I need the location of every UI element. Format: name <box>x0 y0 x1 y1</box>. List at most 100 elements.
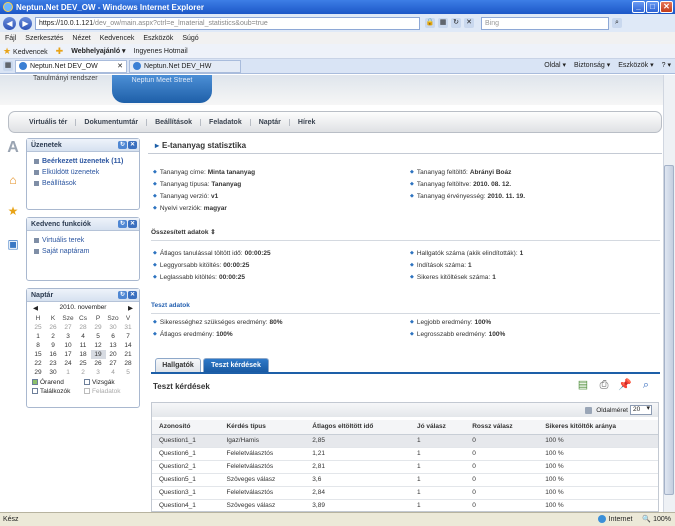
inbox-link[interactable]: Beérkezett üzenetek (11) <box>27 156 139 167</box>
message-settings-link[interactable]: Beállítások <box>27 178 139 189</box>
calendar-day[interactable]: 14 <box>121 341 136 350</box>
calendar-day[interactable]: 16 <box>46 350 61 359</box>
column-header[interactable]: Azonosító <box>152 420 220 435</box>
help-menu[interactable]: ? ▾ <box>662 61 671 69</box>
calendar-day[interactable]: 26 <box>46 323 61 332</box>
lock-icon[interactable]: 🔒 <box>425 18 435 28</box>
favorites-button[interactable]: ★ Kedvencek <box>3 46 48 57</box>
url-input[interactable]: https://10.0.1.121/dev_ow/main.aspx?ctrl… <box>35 16 420 30</box>
sent-link[interactable]: Elküldött üzenetek <box>27 167 139 178</box>
calendar-icon[interactable]: ▣ <box>5 236 21 252</box>
fav-link-hotmail[interactable]: Ingyenes Hotmail <box>134 48 188 55</box>
zoom-level[interactable]: 🔍 100% <box>642 515 671 523</box>
calendar-day[interactable]: 19 <box>90 350 106 359</box>
calendar-day[interactable]: 25 <box>76 359 91 368</box>
menu-calendar[interactable]: Naptár <box>251 118 290 126</box>
column-header[interactable]: Rossz válasz <box>465 420 539 435</box>
calendar-day[interactable]: 3 <box>91 368 106 377</box>
calendar-day[interactable]: 12 <box>91 341 106 350</box>
search-icon[interactable]: ⌕ <box>612 18 622 28</box>
calendar-day[interactable]: 27 <box>61 323 76 332</box>
calendar-day[interactable]: 30 <box>46 368 61 377</box>
menu-document-store[interactable]: Dokumentumtár <box>76 118 148 126</box>
calendar-day[interactable]: 7 <box>121 332 136 341</box>
calendar-day[interactable]: 15 <box>31 350 46 359</box>
minimize-button[interactable]: _ <box>632 1 645 13</box>
calendar-day[interactable]: 18 <box>76 350 91 359</box>
calendar-day[interactable]: 4 <box>76 332 91 341</box>
menu-virtual-space[interactable]: Virtuális tér <box>21 118 77 126</box>
close-widget-icon[interactable]: ✕ <box>128 141 137 149</box>
table-row[interactable]: Question1_1 Igaz/Hamis 2,85 1 0 100 % <box>152 434 658 448</box>
column-header[interactable]: Kérdés típus <box>219 420 306 435</box>
legend-meetings[interactable]: Találkozók <box>32 388 82 395</box>
calendar-day[interactable]: 22 <box>31 359 46 368</box>
safety-menu[interactable]: Biztonság ▾ <box>574 61 610 69</box>
summary-section-toggle[interactable]: Összesített adatok ⇕ <box>151 228 216 236</box>
calendar-day[interactable]: 1 <box>61 368 76 377</box>
legend-exams[interactable]: Vizsgák <box>84 379 134 386</box>
brand-logo[interactable]: Neptun Meet Street <box>112 75 212 103</box>
legend-timetable[interactable]: Órarend <box>32 379 82 386</box>
table-row[interactable]: Question3_1 Feleletválasztós 2,84 1 0 100 % <box>152 486 658 500</box>
calendar-day[interactable]: 3 <box>61 332 76 341</box>
column-header[interactable]: Átlagos eltöltött idő <box>305 420 410 435</box>
forward-button[interactable]: ▶ <box>19 16 32 30</box>
tab-test-questions[interactable]: Teszt kérdések <box>203 358 269 372</box>
calendar-day[interactable]: 2 <box>76 368 91 377</box>
virtual-spaces-link[interactable]: Virtuális terek <box>27 235 139 246</box>
calendar-day[interactable]: 28 <box>121 359 136 368</box>
calendar-day[interactable]: 17 <box>61 350 76 359</box>
pin-icon[interactable]: 📌 <box>618 378 632 392</box>
my-calendar-link[interactable]: Saját naptáram <box>27 246 139 257</box>
tools-menu[interactable]: Eszközök ▾ <box>618 61 653 69</box>
page-menu[interactable]: Oldal ▾ <box>544 61 566 69</box>
menu-view[interactable]: Nézet <box>72 35 90 42</box>
menu-help[interactable]: Súgó <box>182 35 198 42</box>
menu-edit[interactable]: Szerkesztés <box>25 35 63 42</box>
next-month-button[interactable]: ▶ <box>128 304 133 312</box>
column-header[interactable]: Jó válasz <box>409 420 466 435</box>
calendar-day[interactable]: 31 <box>121 323 136 332</box>
tab-students[interactable]: Hallgatók <box>155 358 201 372</box>
calendar-day[interactable]: 21 <box>121 350 136 359</box>
calendar-day[interactable]: 8 <box>31 341 46 350</box>
refresh-widget-icon[interactable]: ↻ <box>118 141 127 149</box>
menu-tools[interactable]: Eszközök <box>143 35 173 42</box>
calendar-day[interactable]: 11 <box>76 341 91 350</box>
checkbox[interactable] <box>32 388 38 395</box>
close-widget-icon[interactable]: ✕ <box>128 220 137 228</box>
compat-view-icon[interactable]: ▦ <box>438 18 448 28</box>
calendar-day[interactable]: 20 <box>106 350 121 359</box>
quick-tabs-icon[interactable]: ▦ <box>3 61 13 71</box>
calendar-day[interactable]: 5 <box>121 368 136 377</box>
menu-file[interactable]: Fájl <box>5 35 16 42</box>
calendar-day[interactable]: 9 <box>46 341 61 350</box>
menu-favorites[interactable]: Kedvencek <box>100 35 135 42</box>
calendar-day[interactable]: 1 <box>31 332 46 341</box>
font-size-icon[interactable]: A <box>5 140 21 156</box>
add-favorite-icon[interactable]: ✚ <box>56 46 64 57</box>
table-row[interactable]: Question2_1 Feleletválasztós 2,81 1 0 100 % <box>152 460 658 474</box>
home-icon[interactable]: ⌂ <box>5 172 21 188</box>
table-row[interactable]: Question4_1 Szöveges válasz 3,89 1 0 100 % <box>152 499 658 513</box>
export-excel-icon[interactable]: ▤ <box>576 378 590 392</box>
refresh-icon[interactable]: ↻ <box>451 18 461 28</box>
browser-tab-ow[interactable]: Neptun.Net DEV_OW ✕ <box>15 59 127 73</box>
close-widget-icon[interactable]: ✕ <box>128 291 137 299</box>
star-icon[interactable]: ★ <box>5 203 21 219</box>
calendar-day[interactable]: 28 <box>76 323 91 332</box>
calendar-day[interactable]: 25 <box>31 323 46 332</box>
checkbox[interactable] <box>84 379 90 386</box>
page-size-select[interactable]: 20 <box>630 405 652 415</box>
calendar-day[interactable]: 4 <box>106 368 121 377</box>
calendar-day[interactable]: 10 <box>61 341 76 350</box>
prev-month-button[interactable]: ◀ <box>33 304 38 312</box>
calendar-day[interactable]: 13 <box>106 341 121 350</box>
menu-news[interactable]: Hírek <box>290 119 324 126</box>
search-input[interactable]: Bing <box>481 16 609 30</box>
menu-tasks[interactable]: Feladatok <box>201 118 251 126</box>
calendar-day[interactable]: 6 <box>106 332 121 341</box>
column-header[interactable]: Sikeres kitöltők aránya <box>538 420 658 435</box>
print-icon[interactable]: ⎙ <box>597 378 611 392</box>
